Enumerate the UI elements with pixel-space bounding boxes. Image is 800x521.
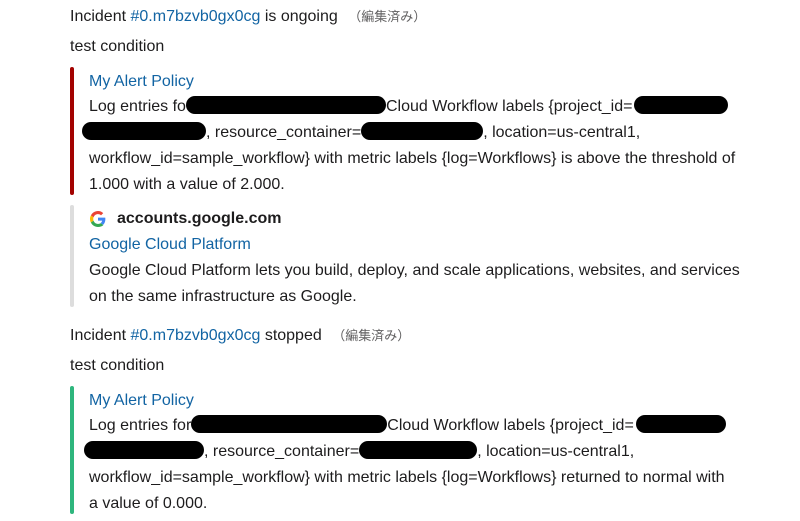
- alert-policy-link[interactable]: My Alert Policy: [89, 392, 194, 409]
- incident-header: Incident #0.m7bzvb0gx0cg is ongoing （編集済…: [70, 6, 426, 28]
- unfurl-desc-line-2: on the same infrastructure as Google.: [89, 288, 357, 305]
- attachment-text-line-1: Log entries fo Cloud Workflow labels {pro…: [89, 96, 729, 118]
- text-part: Cloud Workflow labels {project_id=: [387, 417, 634, 434]
- incident-link[interactable]: #0.m7bzvb0gx0cg: [131, 327, 261, 344]
- text-part: , location=us-central1,: [477, 443, 635, 460]
- text-part: , resource_container=: [206, 124, 362, 141]
- attachment-text-line-3: workflow_id=sample_workflow} with metric…: [89, 150, 736, 167]
- edited-marker: （編集済み）: [348, 9, 427, 24]
- attachment-bar-red: [70, 67, 74, 195]
- text-part: , resource_container=: [204, 443, 360, 460]
- attachment-text-line-1: Log entries for Cloud Workflow labels {pr…: [89, 415, 726, 437]
- attachment-text-line-4: a value of 0.000.: [89, 495, 208, 512]
- incident-prefix: Incident: [70, 8, 127, 25]
- redacted-block: [634, 96, 729, 114]
- attachment-bar-green: [70, 386, 74, 514]
- redacted-block: [359, 441, 478, 459]
- redacted-block: [191, 415, 388, 433]
- alert-policy-link[interactable]: My Alert Policy: [89, 73, 194, 90]
- incident-prefix: Incident: [70, 327, 127, 344]
- attachment-text-line-3: workflow_id=sample_workflow} with metric…: [89, 469, 725, 486]
- redacted-block: [84, 441, 204, 459]
- alert-policy-title[interactable]: My Alert Policy: [89, 71, 194, 93]
- unfurl-bar: [70, 205, 74, 307]
- condition-text: test condition: [70, 357, 165, 374]
- text-part: Cloud Workflow labels {project_id=: [385, 98, 633, 115]
- redacted-block: [635, 415, 726, 433]
- unfurl-desc-line-1: Google Cloud Platform lets you build, de…: [89, 262, 740, 279]
- incident-link[interactable]: #0.m7bzvb0gx0cg: [131, 8, 261, 25]
- text-part: , location=us-central1,: [483, 124, 641, 141]
- unfurl-title-link[interactable]: Google Cloud Platform: [89, 236, 251, 253]
- edited-marker: （編集済み）: [332, 328, 411, 343]
- alert-policy-title[interactable]: My Alert Policy: [89, 390, 194, 412]
- redacted-block: [82, 122, 206, 140]
- google-g-icon: [90, 211, 106, 227]
- text-part: Log entries for: [89, 417, 192, 434]
- text-part: Log entries fo: [89, 98, 186, 115]
- incident-header: Incident #0.m7bzvb0gx0cg stopped （編集済み）: [70, 325, 410, 347]
- attachment-text-line-2: , resource_container= , location=us-centr…: [82, 122, 640, 144]
- unfurl-site: accounts.google.com: [117, 210, 282, 227]
- incident-status: is ongoing: [264, 8, 338, 25]
- redacted-block: [361, 122, 484, 140]
- attachment-text-line-2: , resource_container= , location=us-centr…: [84, 441, 634, 463]
- redacted-block: [185, 96, 386, 114]
- incident-status: stopped: [264, 327, 322, 344]
- attachment-text-line-4: 1.000 with a value of 2.000.: [89, 176, 285, 193]
- unfurl-title[interactable]: Google Cloud Platform: [89, 234, 251, 256]
- condition-text: test condition: [70, 38, 165, 55]
